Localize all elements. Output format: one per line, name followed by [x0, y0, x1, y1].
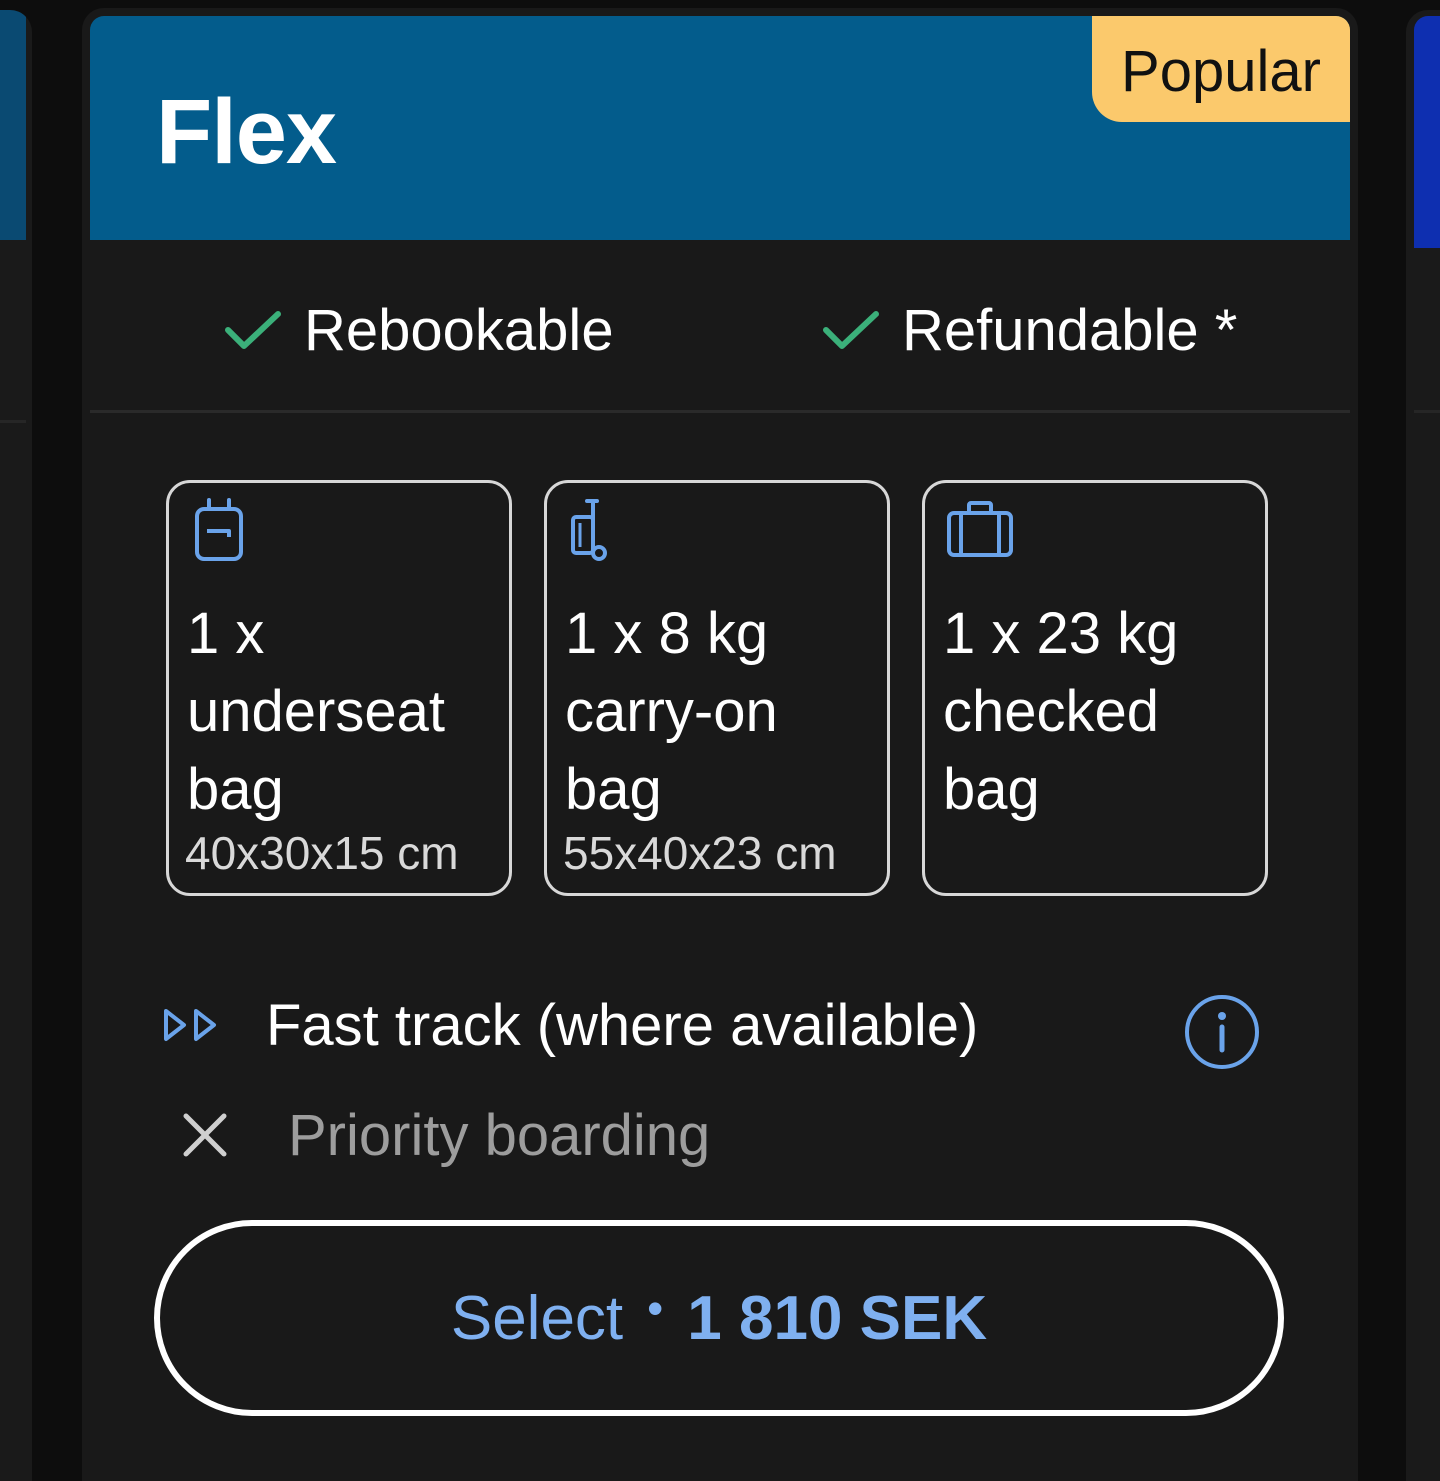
feature-label: Rebookable	[304, 297, 614, 363]
underseat-bag-icon	[195, 498, 243, 561]
next-fare-card-divider	[1414, 410, 1440, 413]
separator-dot: •	[647, 1282, 664, 1334]
previous-fare-card-divider	[0, 420, 26, 423]
select-fare-button[interactable]: Select • 1 810 SEK	[154, 1220, 1284, 1416]
bag-tile-underseat: 1 x underseat bag 40x30x15 cm	[166, 480, 512, 896]
bag-description: 1 x underseat bag	[187, 601, 445, 822]
bag-description: 1 x 8 kg carry-on bag	[565, 601, 778, 822]
info-icon[interactable]	[1182, 992, 1262, 1072]
extra-label: Priority boarding	[288, 1102, 711, 1168]
section-divider	[90, 410, 1350, 413]
bag-tile-carry-on: 1 x 8 kg carry-on bag 55x40x23 cm	[544, 480, 890, 896]
check-icon	[225, 311, 281, 349]
previous-fare-card-header	[0, 10, 26, 240]
bag-dimensions: 40x30x15 cm	[185, 827, 459, 879]
extra-label: Fast track (where available)	[266, 992, 979, 1058]
next-fare-card-header	[1414, 16, 1440, 248]
checked-bag-icon	[947, 501, 1013, 557]
close-icon	[183, 1113, 227, 1157]
bag-description: 1 x 23 kg checked bag	[943, 601, 1179, 822]
extra-fast-track: Fast track (where available)	[162, 980, 978, 1070]
fare-carousel: Flex Popular Rebookable Refundable * 1 x…	[0, 0, 1440, 1481]
feature-rebookable: Rebookable	[224, 280, 614, 380]
fare-features: Rebookable Refundable *	[82, 280, 1358, 380]
fare-price: 1 810 SEK	[687, 1283, 988, 1353]
previous-fare-card[interactable]	[0, 10, 32, 1481]
fast-forward-icon	[164, 1009, 216, 1041]
check-icon	[823, 311, 879, 349]
bag-dimensions: 55x40x23 cm	[563, 827, 837, 879]
fare-card-header: Flex Popular	[90, 16, 1350, 240]
carry-on-bag-icon	[571, 499, 607, 561]
bag-tile-checked: 1 x 23 kg checked bag	[922, 480, 1268, 896]
fare-title: Flex	[156, 81, 337, 183]
next-fare-card[interactable]	[1406, 10, 1440, 1481]
popular-badge: Popular	[1092, 16, 1350, 122]
feature-label: Refundable *	[902, 297, 1238, 363]
extra-priority-boarding: Priority boarding	[162, 1090, 710, 1180]
baggage-allowance: 1 x underseat bag 40x30x15 cm 1 x 8 kg c…	[166, 480, 1276, 904]
feature-refundable: Refundable *	[822, 280, 1237, 380]
select-label: Select	[450, 1283, 624, 1353]
fare-card-flex: Flex Popular Rebookable Refundable * 1 x…	[82, 8, 1358, 1481]
